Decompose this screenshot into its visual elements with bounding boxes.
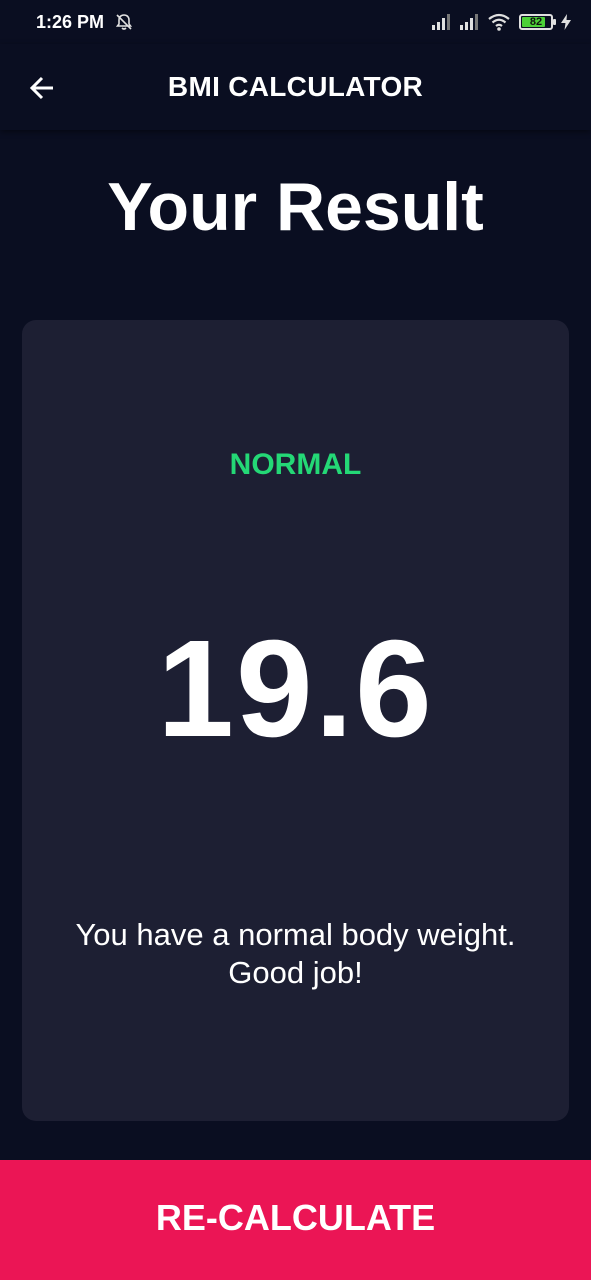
signal-icon — [460, 14, 478, 30]
battery-icon: 82 — [519, 14, 556, 30]
bmi-interpretation: You have a normal body weight. Good job! — [75, 917, 516, 990]
app-title: BMI CALCULATOR — [167, 71, 424, 102]
bmi-value: 19.6 — [157, 612, 434, 766]
result-card: NORMAL 19.6 You have a normal body weigh… — [22, 320, 569, 1121]
status-bar: 1:26 PM 82 — [0, 0, 591, 44]
battery-level: 82 — [529, 16, 543, 28]
app-bar: BMI CALCULATOR — [0, 44, 591, 130]
charging-icon — [561, 14, 571, 30]
status-time: 1:26 PM — [36, 11, 105, 32]
status-left: 1:26 PM — [36, 12, 134, 33]
recalculate-button[interactable]: RE-CALCULATE — [0, 1160, 591, 1280]
bell-off-icon — [115, 14, 133, 30]
signal-icon — [432, 14, 450, 30]
bmi-category: NORMAL — [229, 448, 362, 481]
wifi-icon — [488, 13, 510, 31]
result-screen: 1:26 PM 82 BMI CALCULATOR Your Result NO… — [0, 0, 591, 1280]
status-right: 82 — [431, 13, 571, 31]
page-title: Your Result — [107, 169, 484, 245]
